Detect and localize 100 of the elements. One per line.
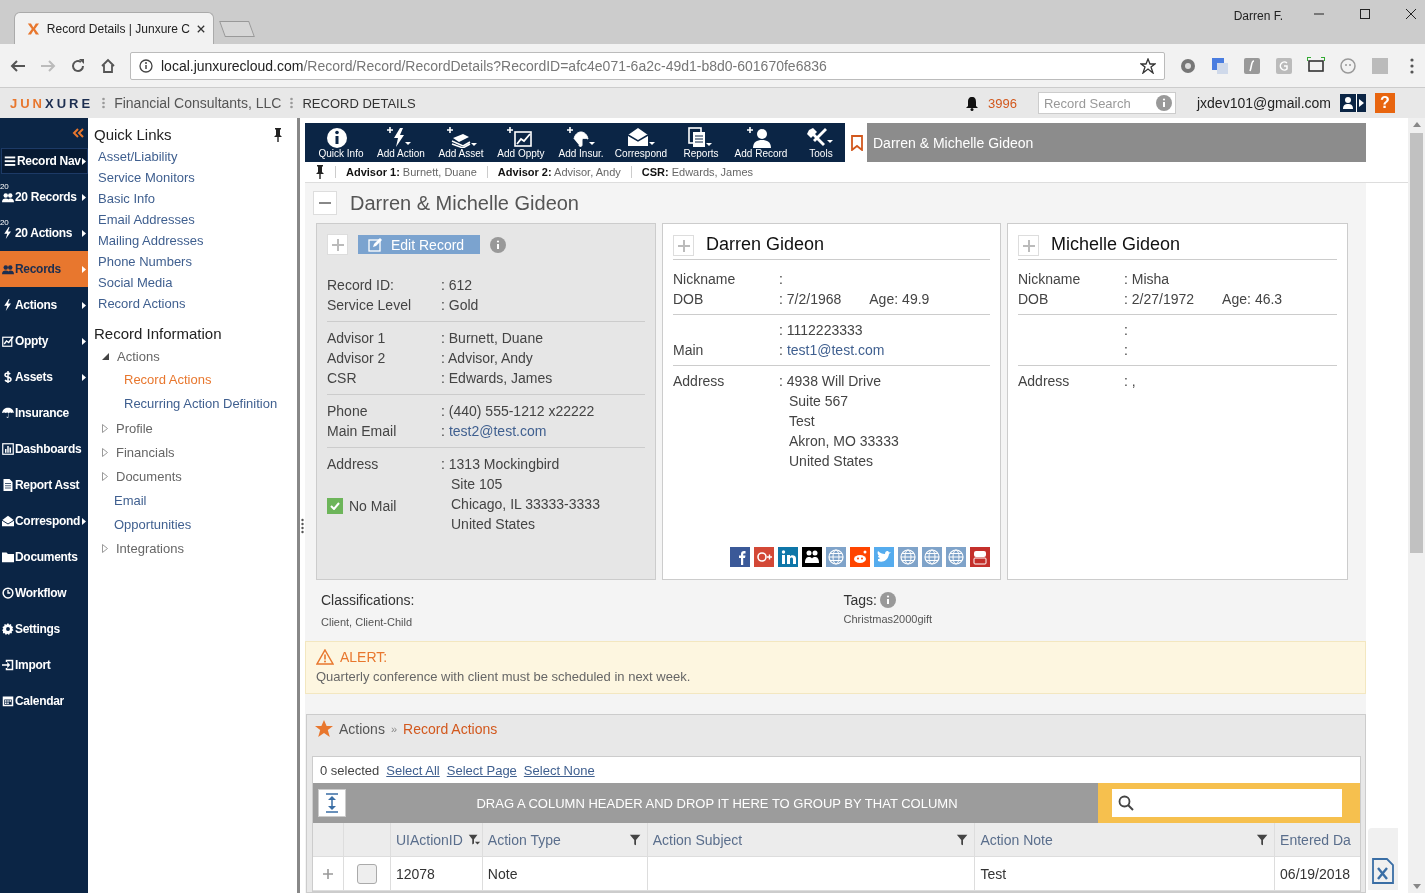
tree-item[interactable]: Actions: [117, 348, 160, 364]
quick-link[interactable]: Phone Numbers: [94, 251, 192, 272]
record-search-field[interactable]: Record Search: [1037, 92, 1176, 114]
tree-item[interactable]: Financials: [116, 444, 175, 460]
sort-filter-icon[interactable]: [466, 832, 481, 847]
email-address-link[interactable]: test1@test.com: [786, 340, 885, 360]
expanded-icon[interactable]: [102, 352, 109, 360]
quick-link[interactable]: Service Monitors: [94, 167, 195, 188]
expand-button[interactable]: [673, 235, 694, 256]
google-plus-icon[interactable]: [754, 547, 774, 567]
globe-icon[interactable]: [922, 547, 942, 567]
column-header[interactable]: Entered Da: [1280, 831, 1351, 848]
nav-item[interactable]: Settings: [0, 611, 88, 647]
toolbar-button[interactable]: Add Action: [371, 126, 431, 159]
expand-button[interactable]: [327, 234, 348, 255]
translate-icon[interactable]: [1211, 56, 1229, 75]
profile-name[interactable]: Darren F.: [1233, 9, 1283, 23]
filter-icon[interactable]: [628, 832, 643, 847]
facebook-icon[interactable]: [730, 547, 750, 567]
nav-item[interactable]: Import: [0, 647, 88, 683]
toolbar-button[interactable]: Tools: [791, 126, 851, 159]
select-link[interactable]: Select All: [386, 762, 440, 778]
scroll-down-icon[interactable]: [1412, 884, 1421, 889]
tree-link[interactable]: Email: [114, 492, 147, 508]
scrollbar-thumb[interactable]: [1410, 133, 1423, 553]
pin-icon[interactable]: [315, 165, 325, 179]
checkbox[interactable]: [327, 498, 343, 514]
quick-link[interactable]: Mailing Addresses: [94, 230, 204, 251]
toolbar-button[interactable]: Add Oppty: [491, 126, 551, 159]
new-tab-button[interactable]: [219, 21, 255, 37]
nav-item[interactable]: Documents: [0, 539, 88, 575]
toolbar-button[interactable]: Add Record: [731, 126, 791, 159]
toolbar-button[interactable]: Add Asset: [431, 126, 491, 159]
tree-link[interactable]: Opportunities: [114, 516, 192, 532]
nav-item[interactable]: 20 20 Records: [0, 179, 88, 215]
face-icon[interactable]: [1339, 56, 1357, 75]
globe-icon[interactable]: [946, 547, 966, 567]
select-link[interactable]: Select None: [523, 762, 595, 778]
grid-search-field[interactable]: [1112, 789, 1342, 817]
toolbar-button[interactable]: Reports: [671, 126, 731, 159]
nav-item[interactable]: Dashboards: [0, 431, 88, 467]
junxure-logo[interactable]: JUN XURE: [10, 95, 94, 111]
pin-icon[interactable]: [273, 127, 283, 142]
column-header[interactable]: UIActionID: [395, 831, 463, 848]
toolbar-button[interactable]: Add Insur.: [551, 126, 611, 159]
close-icon[interactable]: [1405, 8, 1417, 20]
collapsed-icon[interactable]: [102, 423, 108, 433]
close-icon[interactable]: [197, 23, 205, 34]
toolbar-button[interactable]: Correspond: [611, 126, 671, 159]
nav-item[interactable]: Oppty: [0, 323, 88, 359]
email-address-link[interactable]: test2@test.com: [448, 421, 547, 441]
column-header[interactable]: Action Type: [487, 831, 561, 848]
tree-item[interactable]: Documents: [116, 468, 182, 484]
nav-item[interactable]: Actions: [0, 287, 88, 323]
plus-icon[interactable]: [323, 868, 333, 879]
collapsed-icon[interactable]: [102, 543, 108, 553]
letter-g-icon[interactable]: [1275, 56, 1293, 75]
star-icon[interactable]: [1140, 57, 1156, 74]
info-icon[interactable]: [879, 592, 896, 608]
user-menu-icon[interactable]: [1340, 94, 1366, 112]
tree-item[interactable]: Profile: [116, 420, 153, 436]
linkedin-icon[interactable]: [778, 547, 798, 567]
home-icon[interactable]: [100, 57, 116, 74]
bookmark-icon[interactable]: [851, 134, 863, 151]
quick-link[interactable]: Email Addresses: [94, 209, 195, 230]
nav-item[interactable]: Calendar: [0, 683, 88, 719]
select-link[interactable]: Select Page: [446, 762, 517, 778]
collapse-button[interactable]: [318, 789, 346, 817]
collapsed-icon[interactable]: [102, 471, 108, 481]
gear-icon[interactable]: [1179, 56, 1197, 75]
script-icon[interactable]: [1243, 56, 1261, 75]
collapsed-icon[interactable]: [102, 447, 108, 457]
user-email[interactable]: jxdev101@gmail.com: [1196, 95, 1331, 111]
collapse-button[interactable]: [313, 191, 337, 215]
quick-link[interactable]: Social Media: [94, 272, 173, 293]
nav-item[interactable]: Report Asst: [0, 467, 88, 503]
expand-button[interactable]: [1018, 235, 1039, 256]
toolbar-button[interactable]: Quick Info: [311, 126, 371, 159]
people-icon[interactable]: [802, 547, 822, 567]
row-checkbox[interactable]: [356, 863, 377, 884]
nav-item[interactable]: Workflow: [0, 575, 88, 611]
twitter-icon[interactable]: [874, 547, 894, 567]
back-icon[interactable]: [10, 57, 26, 74]
nav-item[interactable]: Assets: [0, 359, 88, 395]
collapse-icon[interactable]: [72, 128, 84, 138]
globe-icon[interactable]: [898, 547, 918, 567]
nav-item[interactable]: Records: [0, 251, 88, 287]
drag-handle-icon[interactable]: [301, 517, 304, 534]
bell-icon[interactable]: [965, 95, 980, 111]
tree-link[interactable]: Recurring Action Definition: [94, 392, 278, 416]
column-header[interactable]: Action Note: [980, 831, 1053, 848]
address-bar[interactable]: local.junxurecloud.com/Record/Record/RecordDetails?RecordID=afc4e071-6a2c-49d1-b8d0-601670fe6836: [130, 51, 1165, 80]
column-header[interactable]: Action Subject: [652, 831, 743, 848]
browser-tab[interactable]: Record Details | Junxure C: [14, 12, 214, 44]
quick-link[interactable]: Basic Info: [94, 188, 156, 209]
maximize-icon[interactable]: [1359, 8, 1371, 20]
quick-link[interactable]: Record Actions: [94, 293, 186, 314]
reddit-icon[interactable]: [850, 547, 870, 567]
nav-item[interactable]: Correspond: [0, 503, 88, 539]
excel-export-button[interactable]: [1368, 828, 1398, 890]
